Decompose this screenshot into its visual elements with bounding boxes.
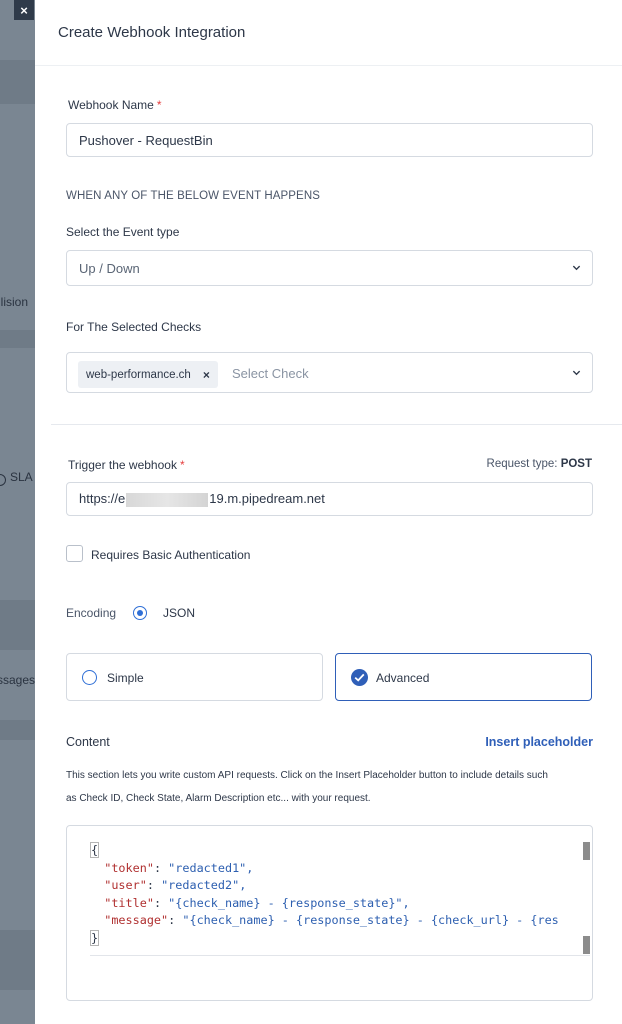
event-section-caption: WHEN ANY OF THE BELOW EVENT HAPPENS <box>66 190 321 202</box>
code-block: { "token": "redacted1", "user": "redacte… <box>90 842 559 946</box>
checks-label: For The Selected Checks <box>66 320 202 334</box>
vertical-scrollbar[interactable] <box>583 842 590 860</box>
webhook-name-label: Webhook Name * <box>68 98 162 112</box>
backdrop-band <box>0 330 35 348</box>
url-prefix: https://e <box>79 491 126 506</box>
json-value: "redacted2", <box>161 878 247 892</box>
content-editor-box[interactable]: { "token": "redacted1", "user": "redacte… <box>66 825 593 1001</box>
section-divider <box>51 424 622 425</box>
backdrop-band <box>0 60 35 104</box>
chip-remove-icon[interactable]: × <box>203 368 210 382</box>
chip-label: web-performance.ch <box>86 368 191 381</box>
request-type-label: Request type: <box>486 458 558 470</box>
required-marker: * <box>156 98 162 112</box>
event-type-label: Select the Event type <box>66 225 180 239</box>
checkmark-icon <box>351 669 368 686</box>
trigger-label: Trigger the webhook * <box>68 458 185 472</box>
event-type-select[interactable]: Up / Down <box>66 250 593 286</box>
encoding-label: Encoding <box>66 606 117 620</box>
code-editor[interactable]: { "token": "redacted1", "user": "redacte… <box>90 842 590 956</box>
close-icon: × <box>20 2 28 18</box>
event-type-value: Up / Down <box>79 261 140 276</box>
checks-multiselect[interactable]: web-performance.ch × Select Check <box>66 352 593 393</box>
content-label: Content <box>66 735 110 749</box>
content-help-line: This section lets you write custom API r… <box>66 770 548 781</box>
drawer-header: Create Webhook Integration <box>35 0 622 66</box>
basic-auth-checkbox[interactable] <box>66 545 83 562</box>
selected-check-chip: web-performance.ch × <box>78 361 218 388</box>
close-drawer-button[interactable]: × <box>14 0 34 20</box>
drawer-title: Create Webhook Integration <box>58 24 246 41</box>
simple-radio <box>82 670 97 685</box>
json-value: "{check_name} - {response_state} - {chec… <box>182 913 559 927</box>
chevron-down-icon <box>572 263 581 271</box>
webhook-name-input[interactable]: Pushover - RequestBin <box>66 123 593 157</box>
webhook-url-input[interactable]: https://e 19.m.pipedream.net <box>66 482 593 516</box>
webhook-url-value: https://e 19.m.pipedream.net <box>79 491 325 507</box>
chevron-down-icon <box>572 368 581 376</box>
json-radio[interactable] <box>133 606 147 620</box>
code-open-brace: { <box>90 842 100 858</box>
check-placeholder: Select Check <box>232 366 309 381</box>
webhook-name-label-text: Webhook Name <box>68 98 154 112</box>
json-key: "user" <box>104 878 147 892</box>
backdrop-radio <box>0 474 6 486</box>
json-key: "title" <box>104 895 154 910</box>
backdrop-band <box>0 600 35 650</box>
webhook-drawer: Create Webhook Integration Webhook Name *… <box>35 0 622 1024</box>
page-backdrop: llision SLA ssages <box>0 0 35 1024</box>
json-key: "message" <box>104 913 169 927</box>
json-label: JSON <box>163 606 196 620</box>
request-type-value: POST <box>560 458 592 470</box>
webhook-name-value: Pushover - RequestBin <box>79 133 213 148</box>
simple-label: Simple <box>107 671 144 685</box>
backdrop-band <box>0 930 35 990</box>
trigger-label-text: Trigger the webhook <box>68 458 177 472</box>
required-marker: * <box>179 458 185 472</box>
url-suffix: 19.m.pipedream.net <box>209 491 325 506</box>
basic-auth-label: Requires Basic Authentication <box>91 548 251 562</box>
simple-option[interactable]: Simple <box>66 653 323 701</box>
advanced-option[interactable]: Advanced <box>335 653 592 701</box>
backdrop-text: ssages <box>0 673 35 687</box>
backdrop-band <box>0 720 35 740</box>
code-close-brace: } <box>90 929 100 946</box>
backdrop-text: llision <box>0 295 29 309</box>
request-type: Request type: POST <box>487 458 592 470</box>
redacted-blur <box>126 492 209 507</box>
advanced-label: Advanced <box>376 671 430 685</box>
backdrop-text: SLA <box>10 470 33 484</box>
content-help-line: as Check ID, Check State, Alarm Descript… <box>66 793 371 804</box>
json-value: "redacted1", <box>168 860 254 875</box>
json-value: "{check_name} - {response_state}", <box>168 895 410 910</box>
insert-placeholder-link[interactable]: Insert placeholder <box>485 735 593 749</box>
horizontal-scrollbar[interactable] <box>583 936 590 954</box>
json-key: "token" <box>104 860 154 875</box>
